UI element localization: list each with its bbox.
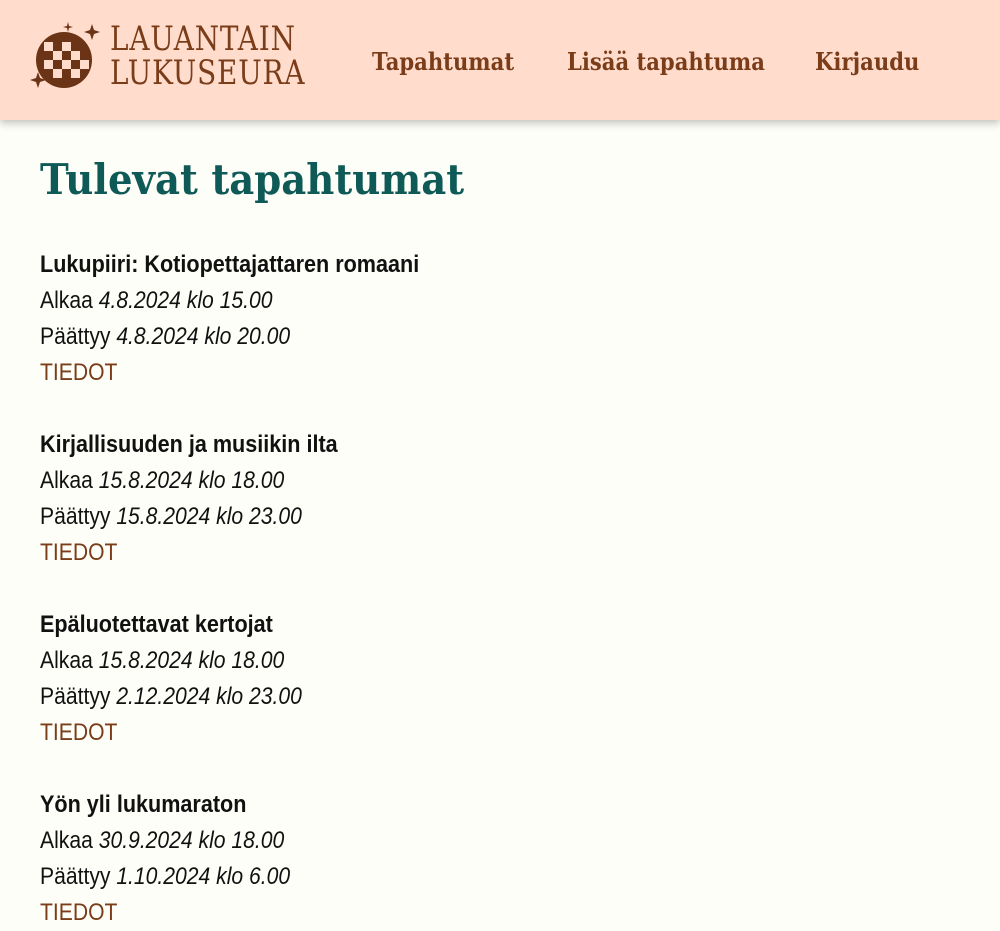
main-nav: Tapahtumat Lisää tapahtuma Kirjaudu xyxy=(372,44,925,78)
page-title: Tulevat tapahtumat xyxy=(40,155,465,204)
event-title: Kirjallisuuden ja musiikin ilta xyxy=(40,431,338,458)
event-start: Alkaa 15.8.2024 klo 18.00 xyxy=(40,643,656,679)
start-label: Alkaa xyxy=(40,827,93,854)
start-label: Alkaa xyxy=(40,287,93,314)
start-label: Alkaa xyxy=(40,647,93,674)
end-label: Päättyy xyxy=(40,323,111,350)
events-section: Tulevat tapahtumat Lukupiiri: Kotiopetta… xyxy=(40,150,960,926)
end-datetime: 2.12.2024 klo 23.00 xyxy=(116,683,302,710)
logo-line-2: LUKUSEURA xyxy=(110,53,306,93)
event-title: Yön yli lukumaraton xyxy=(40,791,247,818)
end-label: Päättyy xyxy=(40,863,111,890)
start-datetime: 15.8.2024 klo 18.00 xyxy=(98,467,285,494)
event-start: Alkaa 4.8.2024 klo 15.00 xyxy=(40,283,656,319)
nav-link-add-event[interactable]: Lisää tapahtuma xyxy=(567,47,785,76)
end-datetime: 4.8.2024 klo 20.00 xyxy=(116,323,291,350)
start-datetime: 4.8.2024 klo 15.00 xyxy=(98,287,273,314)
nav-link-events[interactable]: Tapahtumat xyxy=(372,47,544,76)
start-datetime: 30.9.2024 klo 18.00 xyxy=(98,827,285,854)
nav-link-login[interactable]: Kirjaudu xyxy=(815,47,919,76)
event-end: Päättyy 4.8.2024 klo 20.00 xyxy=(40,319,656,355)
event-title: Epäluotettavat kertojat xyxy=(40,611,273,638)
end-datetime: 1.10.2024 klo 6.00 xyxy=(116,863,291,890)
event-start: Alkaa 30.9.2024 klo 18.00 xyxy=(40,823,656,859)
event-details-link[interactable]: TIEDOT xyxy=(40,895,117,931)
site-header: LAUANTAIN LUKUSEURA Tapahtumat Lisää tap… xyxy=(0,0,1000,120)
logo-wordmark: LAUANTAIN LUKUSEURA xyxy=(110,22,305,90)
start-datetime: 15.8.2024 klo 18.00 xyxy=(98,647,285,674)
site-logo[interactable]: LAUANTAIN LUKUSEURA xyxy=(28,20,318,98)
end-label: Päättyy xyxy=(40,503,111,530)
disco-ball-icon xyxy=(30,22,100,88)
logo-line-1: LAUANTAIN xyxy=(110,19,296,59)
end-datetime: 15.8.2024 klo 23.00 xyxy=(116,503,302,530)
event-item: Epäluotettavat kertojat Alkaa 15.8.2024 … xyxy=(40,607,740,751)
event-end: Päättyy 1.10.2024 klo 6.00 xyxy=(40,859,656,895)
event-item: Yön yli lukumaraton Alkaa 30.9.2024 klo … xyxy=(40,787,740,931)
event-details-link[interactable]: TIEDOT xyxy=(40,535,117,571)
event-end: Päättyy 2.12.2024 klo 23.00 xyxy=(40,679,656,715)
start-label: Alkaa xyxy=(40,467,93,494)
event-end: Päättyy 15.8.2024 klo 23.00 xyxy=(40,499,656,535)
event-start: Alkaa 15.8.2024 klo 18.00 xyxy=(40,463,656,499)
event-item: Lukupiiri: Kotiopettajattaren romaani Al… xyxy=(40,247,740,391)
event-item: Kirjallisuuden ja musiikin ilta Alkaa 15… xyxy=(40,427,740,571)
event-details-link[interactable]: TIEDOT xyxy=(40,715,117,751)
event-details-link[interactable]: TIEDOT xyxy=(40,355,117,391)
event-title: Lukupiiri: Kotiopettajattaren romaani xyxy=(40,251,420,278)
end-label: Päättyy xyxy=(40,683,111,710)
